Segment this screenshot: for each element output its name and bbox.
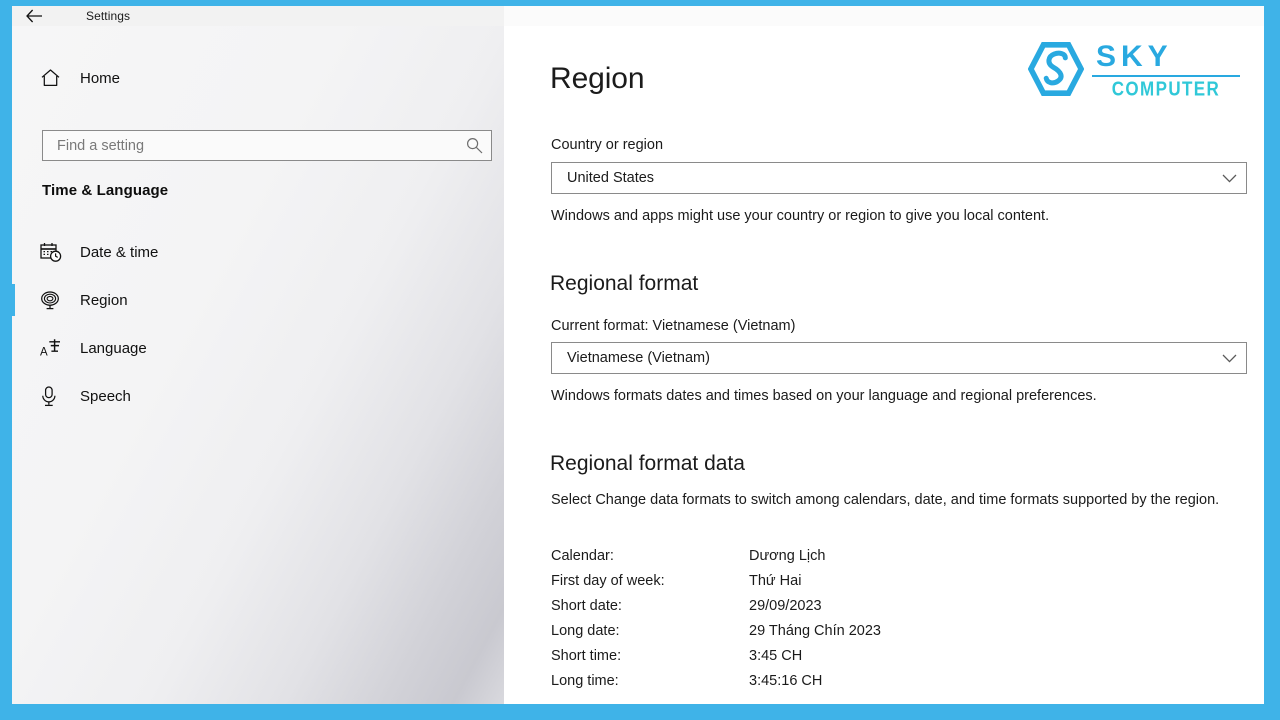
settings-window: Settings Home Find a setting Time & Lang… bbox=[12, 6, 1264, 704]
regional-format-help: Windows formats dates and times based on… bbox=[551, 388, 1097, 404]
calendar-clock-icon bbox=[40, 242, 74, 262]
frame-right-bar bbox=[1264, 0, 1280, 720]
search-input[interactable]: Find a setting bbox=[42, 130, 492, 161]
window-title: Settings bbox=[86, 9, 131, 23]
logo-primary-text: SKY bbox=[1096, 40, 1173, 73]
selection-indicator bbox=[12, 380, 15, 412]
table-cell-value: 3:45:16 CH bbox=[749, 672, 823, 689]
frame-bottom-bar bbox=[0, 704, 1280, 720]
globe-icon bbox=[40, 290, 74, 310]
content-pane: SKY COMPUTER Region Country or region Un… bbox=[504, 26, 1264, 704]
table-cell-key: Long date: bbox=[551, 622, 620, 639]
sidebar-item-region[interactable]: Region bbox=[12, 278, 482, 322]
sidebar-item-label: Region bbox=[80, 291, 128, 309]
chevron-down-icon bbox=[1212, 174, 1246, 183]
regional-format-data-help: Select Change data formats to switch amo… bbox=[551, 492, 1220, 508]
back-arrow-icon bbox=[25, 9, 42, 23]
table-cell-value: 3:45 CH bbox=[749, 647, 803, 664]
sidebar-item-language[interactable]: A Language bbox=[12, 326, 482, 370]
table-row: First day of week: Thứ Hai bbox=[551, 568, 1091, 593]
table-row: Calendar: Dương Lịch bbox=[551, 543, 1091, 568]
table-cell-key: Short time: bbox=[551, 647, 622, 664]
page-title: Region bbox=[550, 62, 645, 95]
table-row: Short time: 3:45 CH bbox=[551, 643, 1091, 668]
table-cell-key: Long time: bbox=[551, 672, 619, 689]
logo-secondary-text: COMPUTER bbox=[1111, 77, 1221, 101]
title-bar: Settings bbox=[12, 6, 1264, 26]
sidebar-group-title: Time & Language bbox=[42, 182, 169, 199]
table-cell-key: Short date: bbox=[551, 597, 622, 614]
home-icon bbox=[40, 68, 74, 88]
outer-blue-frame: Settings Home Find a setting Time & Lang… bbox=[0, 0, 1280, 720]
current-format-label: Current format: Vietnamese (Vietnam) bbox=[551, 318, 796, 334]
table-row: Long date: 29 Tháng Chín 2023 bbox=[551, 618, 1091, 643]
search-icon[interactable] bbox=[457, 137, 491, 154]
country-or-region-label: Country or region bbox=[551, 137, 664, 153]
country-or-region-help: Windows and apps might use your country … bbox=[551, 208, 1050, 224]
sidebar-item-speech[interactable]: Speech bbox=[12, 374, 482, 418]
country-or-region-value: United States bbox=[567, 170, 655, 186]
regional-format-value: Vietnamese (Vietnam) bbox=[567, 350, 710, 366]
table-cell-value: 29/09/2023 bbox=[749, 597, 822, 614]
sidebar-item-label-home: Home bbox=[80, 69, 121, 87]
microphone-icon bbox=[40, 385, 74, 407]
table-cell-value: Thứ Hai bbox=[749, 572, 802, 589]
table-row: Long time: 3:45:16 CH bbox=[551, 668, 1091, 693]
svg-text:A: A bbox=[40, 347, 48, 359]
sidebar-item-label: Language bbox=[80, 339, 147, 357]
sidebar-item-date-and-time[interactable]: Date & time bbox=[12, 230, 482, 274]
regional-format-data-table: Calendar: Dương Lịch First day of week: … bbox=[551, 543, 1091, 693]
selection-indicator bbox=[12, 284, 15, 316]
title-bar-right-filler bbox=[504, 6, 1264, 26]
sidebar-item-home[interactable]: Home bbox=[12, 58, 482, 98]
table-cell-key: First day of week: bbox=[551, 572, 665, 589]
search-placeholder: Find a setting bbox=[57, 137, 145, 154]
regional-format-data-heading: Regional format data bbox=[550, 452, 745, 475]
table-cell-value: Dương Lịch bbox=[749, 547, 826, 564]
country-or-region-dropdown[interactable]: United States bbox=[551, 162, 1247, 194]
table-cell-value: 29 Tháng Chín 2023 bbox=[749, 622, 881, 639]
regional-format-dropdown[interactable]: Vietnamese (Vietnam) bbox=[551, 342, 1247, 374]
table-row: Short date: 29/09/2023 bbox=[551, 593, 1091, 618]
regional-format-heading: Regional format bbox=[550, 272, 699, 295]
sky-computer-logo: SKY COMPUTER bbox=[1028, 40, 1240, 101]
frame-left-bar bbox=[0, 0, 12, 720]
selection-indicator bbox=[12, 332, 15, 364]
sidebar-item-label: Date & time bbox=[80, 243, 159, 261]
selection-indicator bbox=[12, 236, 15, 268]
language-icon: A bbox=[40, 338, 74, 358]
chevron-down-icon bbox=[1212, 354, 1246, 363]
back-button[interactable] bbox=[12, 6, 56, 26]
logo-divider bbox=[1092, 75, 1240, 77]
sky-hexagon-s-logo bbox=[1028, 42, 1084, 96]
sidebar-item-label: Speech bbox=[80, 387, 131, 405]
table-cell-key: Calendar: bbox=[551, 547, 614, 564]
sidebar: Home Find a setting Time & Language Date… bbox=[12, 26, 504, 704]
